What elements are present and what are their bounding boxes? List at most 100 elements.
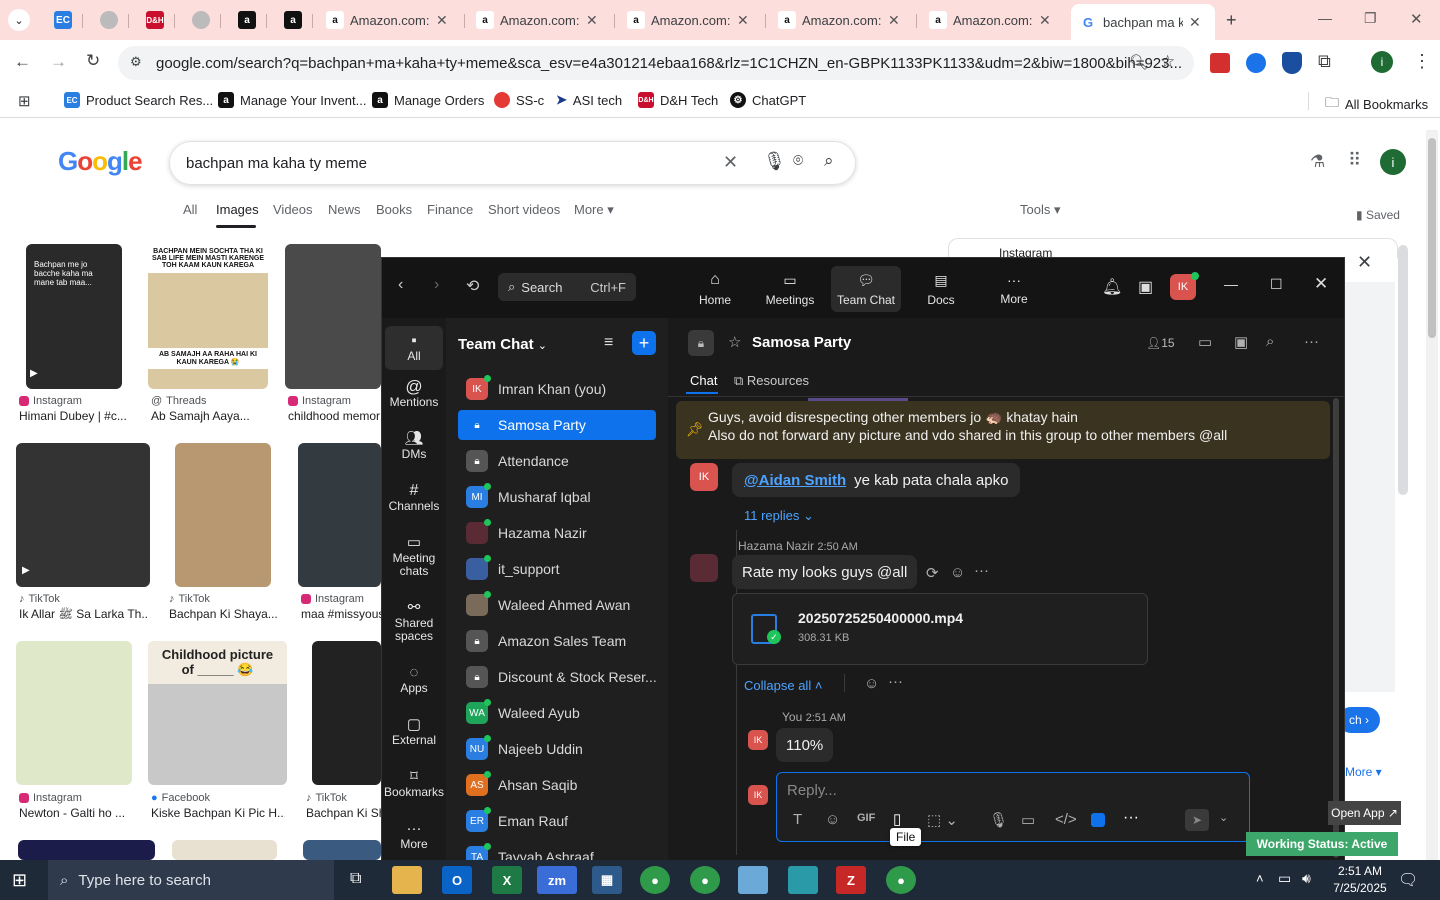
close-icon[interactable]: ✕ <box>1189 14 1201 31</box>
tab-amazon-3[interactable]: a Amazon.com: E ✕ <box>619 6 763 34</box>
more-options-icon[interactable]: ··· <box>1304 333 1319 350</box>
chat-list-item[interactable]: 🔒︎ Amazon Sales Team <box>458 626 656 656</box>
extension-icon[interactable] <box>1246 53 1266 73</box>
chrome-icon[interactable]: ● <box>640 866 670 894</box>
mic-icon[interactable]: 🎙︎ <box>989 811 1008 829</box>
message-bubble[interactable]: @Aidan Smith ye kab pata chala apko <box>732 463 1021 497</box>
chevron-down-icon[interactable]: ⌄ <box>1219 811 1228 824</box>
result-title[interactable]: Newton - Galti ho ... <box>19 806 129 820</box>
bookmark-asi-tech[interactable]: ➤ ASI tech <box>556 92 622 108</box>
back-icon[interactable]: ← <box>14 52 31 72</box>
preview-scrollbar[interactable] <box>1398 245 1408 495</box>
tab-amazon-4[interactable]: a Amazon.com: E ✕ <box>770 6 914 34</box>
filezilla-icon[interactable]: Z <box>836 866 866 894</box>
image-result-1[interactable]: Bachpan me jo bacche kaha ma mane tab ma… <box>26 244 122 389</box>
chat-list-item[interactable]: WA Waleed Ayub <box>458 698 656 728</box>
emoji-icon[interactable]: ☺ <box>825 811 840 828</box>
open-app-button[interactable]: Open App ↗ <box>1328 801 1401 825</box>
close-icon[interactable]: ✕ <box>586 12 598 29</box>
tab-meetings[interactable]: ▭ Meetings <box>755 266 825 312</box>
preview-close-icon[interactable]: ✕ <box>1357 252 1372 273</box>
tab-pinned-3[interactable]: D&H <box>138 6 172 34</box>
tools-button[interactable]: Tools ▾ <box>1020 202 1061 218</box>
avatar[interactable] <box>690 554 718 582</box>
image-result-3[interactable] <box>285 244 381 389</box>
extensions-puzzle-icon[interactable]: ⧉ <box>1318 51 1331 72</box>
result-title[interactable]: Ab Samajh Aaya... <box>151 409 271 423</box>
calculator-icon[interactable]: ▦ <box>592 866 622 894</box>
new-tab-icon[interactable]: + <box>1226 10 1237 31</box>
message-bubble[interactable]: Rate my looks guys @all <box>732 555 918 589</box>
chat-list-item[interactable]: MI Musharaf Iqbal <box>458 482 656 512</box>
gif-icon[interactable]: GIF <box>857 812 875 824</box>
nav-more[interactable]: More ▾ <box>574 202 614 218</box>
windows-start-icon[interactable]: ⊞ <box>12 870 27 891</box>
tab-pinned-1[interactable]: EC <box>46 6 80 34</box>
nav-channels[interactable]: # Channels <box>385 483 443 513</box>
close-icon[interactable]: ✕ <box>1039 12 1051 29</box>
bookmark-manage-orders[interactable]: a Manage Orders <box>372 92 484 108</box>
tab-pinned-4[interactable] <box>184 6 218 34</box>
video-call-icon[interactable]: ▭ <box>1198 333 1212 351</box>
more-options-icon[interactable]: ··· <box>1123 809 1139 827</box>
working-status-badge[interactable]: Working Status: Active <box>1246 832 1398 856</box>
chat-list-item[interactable]: IK Imran Khan (you) <box>458 374 656 404</box>
search-query[interactable]: bachpan ma kaha ty meme <box>186 155 367 172</box>
taskbar-search[interactable]: ⌕ Type here to search <box>48 860 334 900</box>
chat-list-item[interactable]: Hazama Nazir <box>458 518 656 548</box>
maximize-icon[interactable]: ☐ <box>1270 276 1283 293</box>
result-title[interactable]: Ik Allar ﷺ Sa Larka Th... <box>19 607 147 624</box>
shield-extension-icon[interactable] <box>1282 52 1302 74</box>
camera-lens-icon[interactable]: ⌾ <box>793 151 803 171</box>
image-result-9[interactable] <box>312 641 381 785</box>
minimize-icon[interactable]: — <box>1318 10 1332 26</box>
tab-pinned-2[interactable] <box>92 6 126 34</box>
result-title[interactable]: Kiske Bachpan Ki Pic H... <box>151 806 285 820</box>
emoji-reaction-icon[interactable]: ☺ <box>950 564 965 581</box>
nav-shared-spaces[interactable]: ⚯ Shared spaces <box>385 600 443 643</box>
bookmark-ss-c[interactable]: SS-c <box>494 92 544 108</box>
image-result-4[interactable]: ▶ <box>16 443 150 587</box>
search-box[interactable]: bachpan ma kaha ty meme ✕ 🎙︎ ⌾ ⌕ <box>169 141 856 185</box>
chrome-profile-icon-2[interactable]: ● <box>886 866 916 894</box>
nav-dms[interactable]: 👥︎ DMs <box>385 431 443 461</box>
reply-icon[interactable]: ⟳ <box>926 564 939 582</box>
channel-title[interactable]: Samosa Party <box>752 334 851 351</box>
zoom-lens-icon[interactable]: 🔍︎ <box>1129 53 1148 71</box>
more-options-icon[interactable]: ··· <box>974 562 989 579</box>
result-title[interactable]: Bachpan Ki Shaya... <box>169 607 279 621</box>
collapse-all-button[interactable]: Collapse all ˄ <box>744 678 822 693</box>
clear-icon[interactable]: ✕ <box>723 152 738 173</box>
pdf-extension-icon[interactable] <box>1210 53 1230 73</box>
tab-amazon-1[interactable]: a Amazon.com: E ✕ <box>318 6 462 34</box>
chat-list-item[interactable]: AS Ahsan Saqib <box>458 770 656 800</box>
author-name[interactable]: Hazama Nazir <box>738 539 814 553</box>
nav-books[interactable]: Books <box>376 202 412 217</box>
app-icon[interactable] <box>738 866 768 894</box>
excel-icon[interactable]: X <box>492 866 522 894</box>
image-result-5[interactable] <box>175 443 271 587</box>
network-icon[interactable]: ▭ <box>1278 870 1291 887</box>
new-chat-button[interactable]: + <box>632 331 656 355</box>
image-result-7[interactable] <box>16 641 132 785</box>
bookmark-product-search[interactable]: EC Product Search Res... <box>64 92 213 108</box>
close-icon[interactable]: ✕ <box>1314 274 1328 294</box>
tab-google-search[interactable]: Gbachpan ma ka ✕ <box>1071 4 1215 40</box>
bookmark-chatgpt[interactable]: ⚙ ChatGPT <box>730 92 806 108</box>
google-apps-icon[interactable]: ⠿ <box>1348 150 1361 171</box>
result-title[interactable]: Himani Dubey | #c... <box>19 409 129 423</box>
code-snippet-icon[interactable]: </> <box>1055 811 1077 828</box>
nav-meeting-chats[interactable]: ▭ Meeting chats <box>385 535 443 578</box>
result-title[interactable]: childhood memori <box>288 409 380 423</box>
tab-docs[interactable]: ▤ Docs <box>906 266 976 312</box>
screenshot-icon[interactable]: ⬚ ⌄ <box>927 811 958 829</box>
address-bar[interactable]: ⚙ google.com/search?q=bachpan+ma+kaha+ty… <box>118 46 1194 80</box>
bookmark-star-icon[interactable]: ☆ <box>1160 52 1175 72</box>
image-result-2[interactable]: BACHPAN MEIN SOCHTA THA KI SAB LIFE MEIN… <box>148 244 268 389</box>
nav-mentions[interactable]: @ Mentions <box>385 378 443 409</box>
members-count[interactable]: 👤︎15 <box>1146 336 1175 350</box>
emoji-reaction-icon[interactable]: ☺ <box>864 675 879 692</box>
chat-list-item[interactable]: ER Eman Rauf <box>458 806 656 836</box>
profile-avatar[interactable]: i <box>1371 51 1393 73</box>
avatar[interactable]: IK <box>748 730 768 750</box>
